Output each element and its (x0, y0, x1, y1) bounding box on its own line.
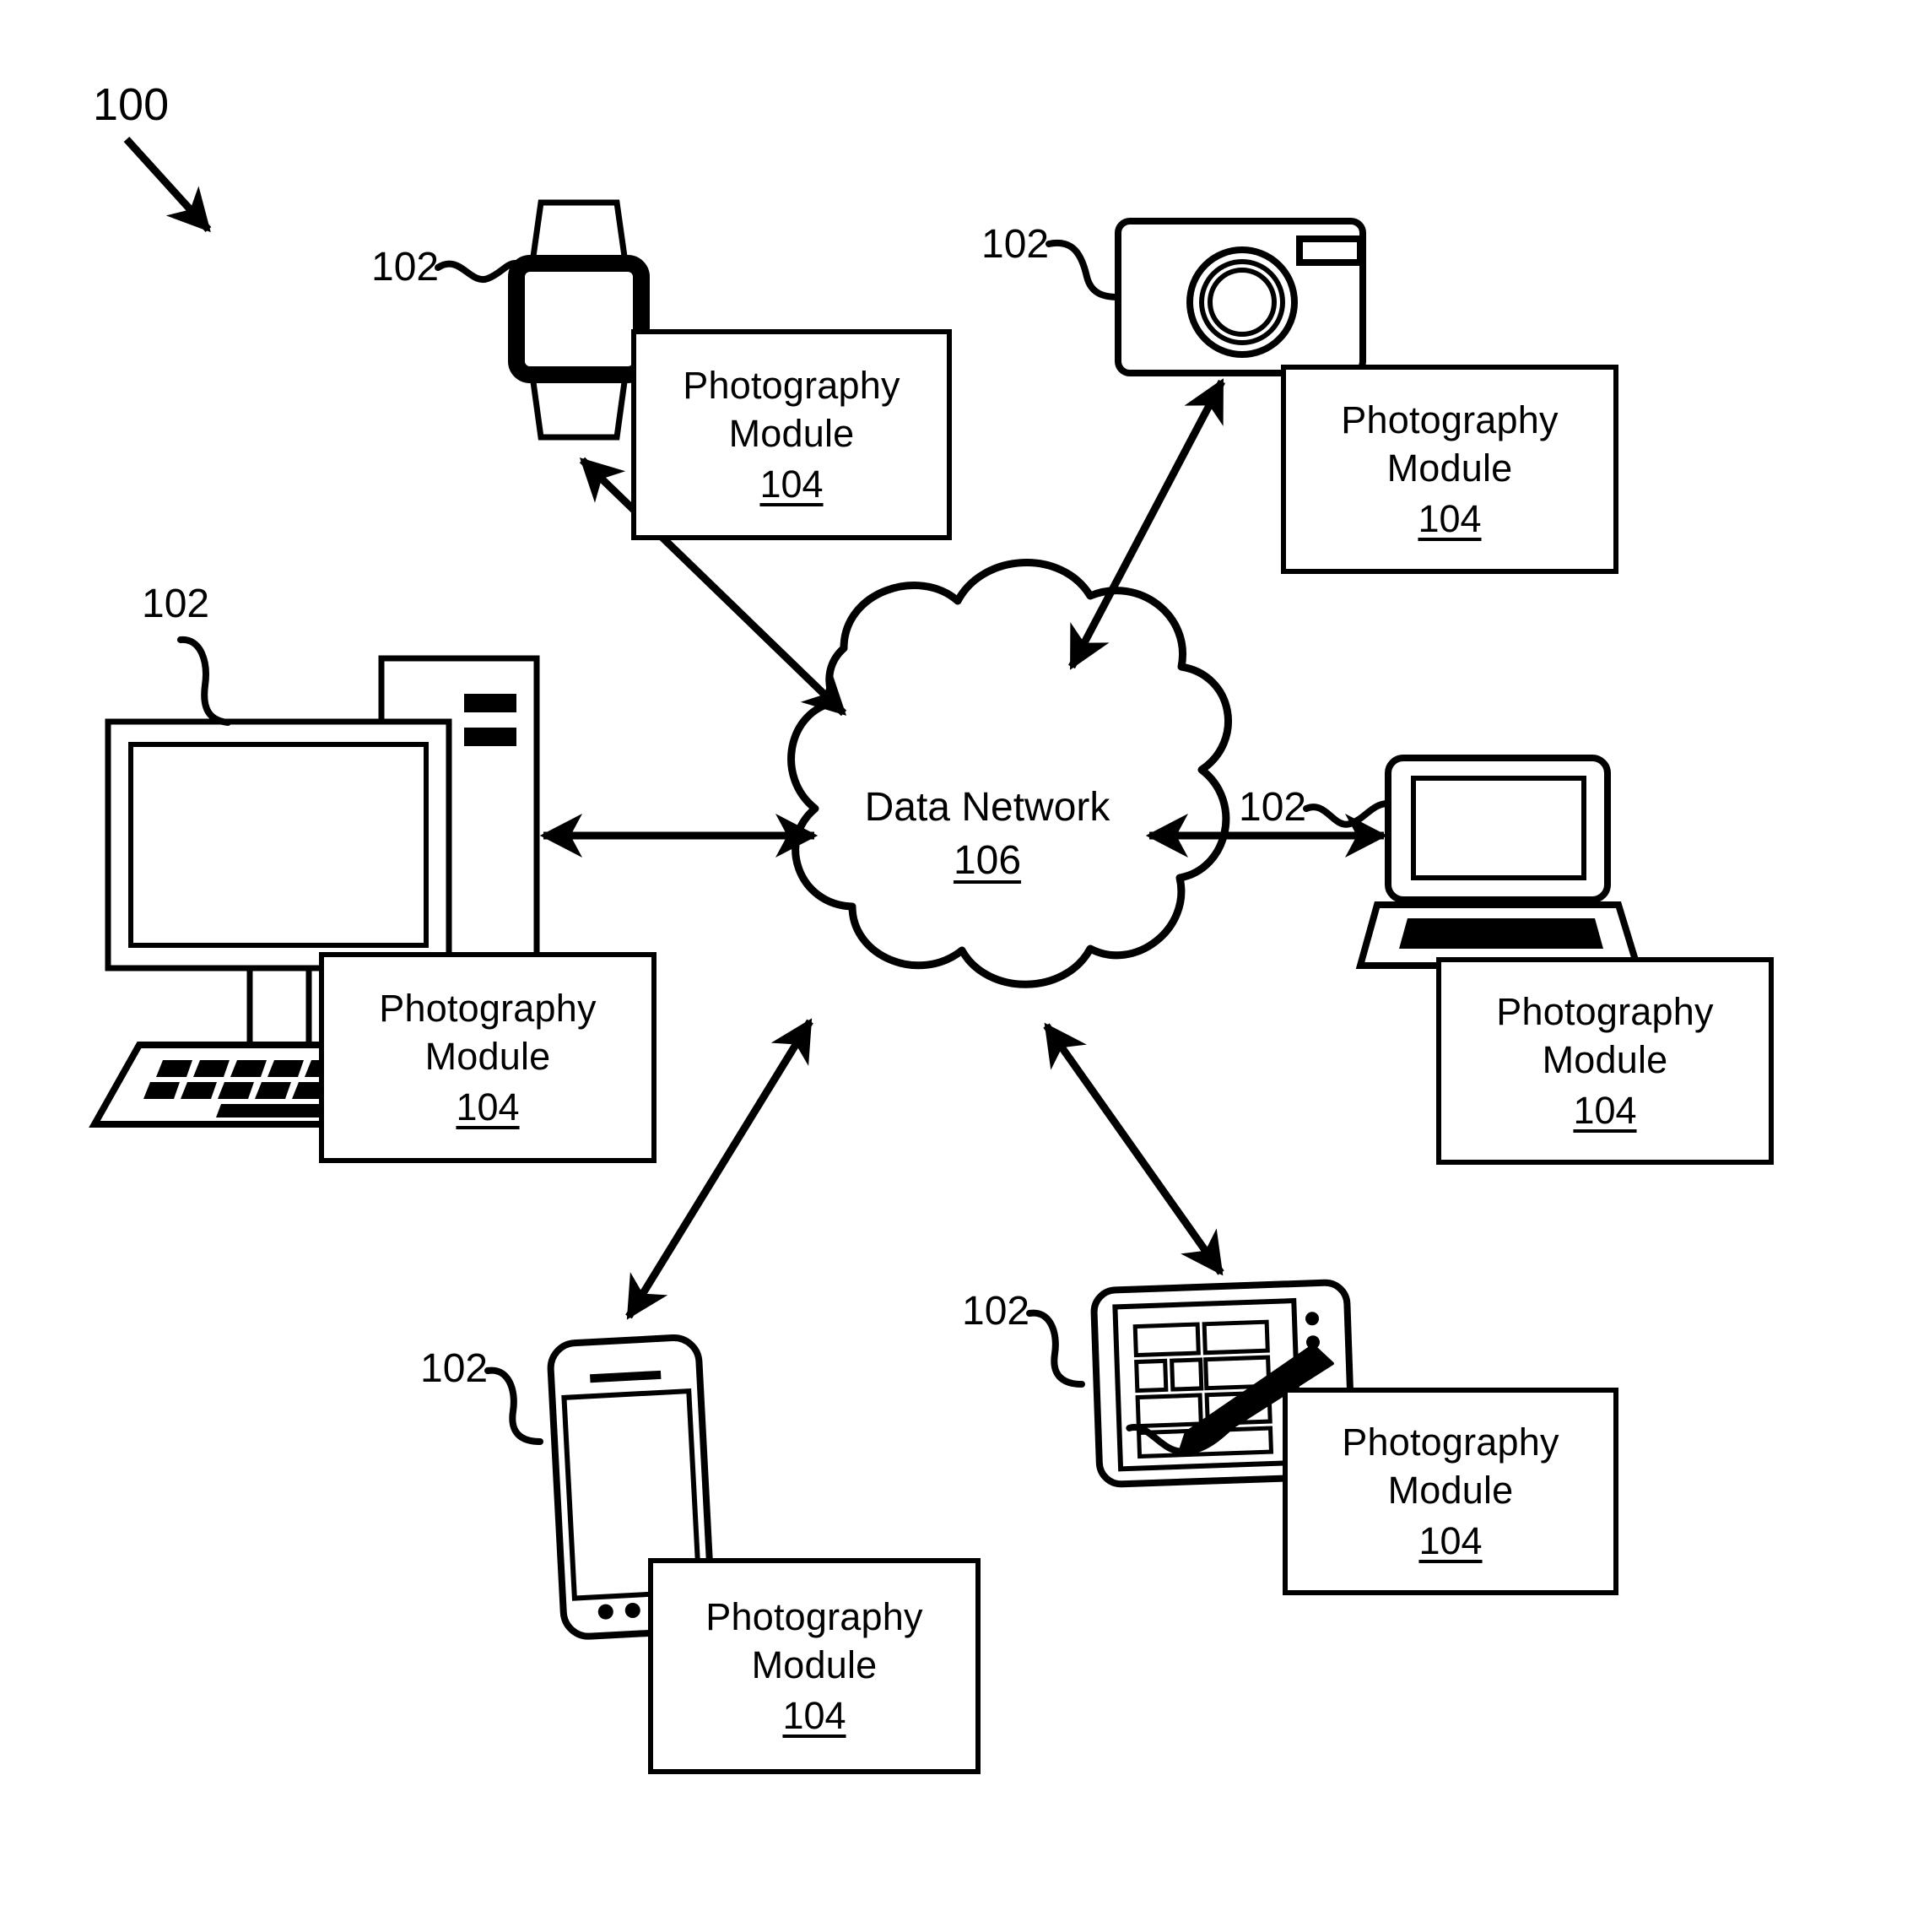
module-box-desktop: Photography Module 104 (319, 952, 657, 1163)
ref-label-camera: 102 (981, 222, 1050, 267)
laptop-screen-icon (1411, 776, 1586, 880)
data-network-ref: 106 (953, 838, 1022, 884)
ref-label-desktop: 102 (142, 582, 210, 626)
data-network-cloud (787, 559, 1232, 988)
smartwatch-icon (508, 199, 650, 441)
arrow-cloud-tablet (1043, 1022, 1224, 1276)
figure-number-arrow (123, 136, 212, 233)
module-box-smartwatch: Photography Module 104 (631, 329, 952, 540)
laptop-computer-icon (1355, 755, 1642, 969)
module-box-smartphone: Photography Module 104 (648, 1558, 981, 1774)
digital-camera-icon (1115, 218, 1366, 376)
ref-label-smartwatch: 102 (371, 245, 440, 290)
laptop-keyboard-icon (1399, 918, 1603, 949)
camera-viewfinder-icon (1296, 235, 1364, 266)
monitor-screen-icon (128, 742, 429, 948)
module-title: Photography Module (1342, 1420, 1559, 1513)
ref-label-tablet: 102 (962, 1289, 1030, 1334)
module-title: Photography Module (1341, 398, 1559, 490)
module-ref: 104 (1418, 1518, 1483, 1562)
smartphone-leader-line (484, 1366, 543, 1445)
module-title: Photography Module (683, 363, 900, 456)
smartwatch-leader-line (435, 260, 519, 284)
module-box-laptop: Photography Module 104 (1436, 957, 1774, 1165)
module-box-tablet: Photography Module 104 (1283, 1388, 1618, 1595)
ref-label-laptop: 102 (1239, 785, 1307, 830)
ref-label-smartphone: 102 (420, 1346, 489, 1391)
module-box-camera: Photography Module 104 (1281, 365, 1618, 574)
tablet-leader-line (1026, 1309, 1085, 1388)
data-network-label-group: Data Network 106 (734, 781, 1240, 888)
data-network-label: Data Network (864, 785, 1110, 830)
module-ref: 104 (1573, 1088, 1637, 1132)
module-ref: 104 (456, 1085, 520, 1128)
patent-figure-100: 100 102 102 102 102 102 102 Data Network… (0, 0, 1929, 1932)
module-title: Photography Module (379, 986, 597, 1079)
module-ref: 104 (1418, 496, 1482, 540)
figure-number-label: 100 (93, 79, 170, 130)
camera-leader-line (1046, 239, 1121, 300)
module-title: Photography Module (705, 1594, 923, 1687)
module-title: Photography Module (1496, 989, 1714, 1082)
module-ref: 104 (759, 462, 824, 506)
desktop-leader-line (177, 636, 231, 726)
module-ref: 104 (782, 1693, 846, 1737)
laptop-leader-line (1303, 800, 1391, 828)
